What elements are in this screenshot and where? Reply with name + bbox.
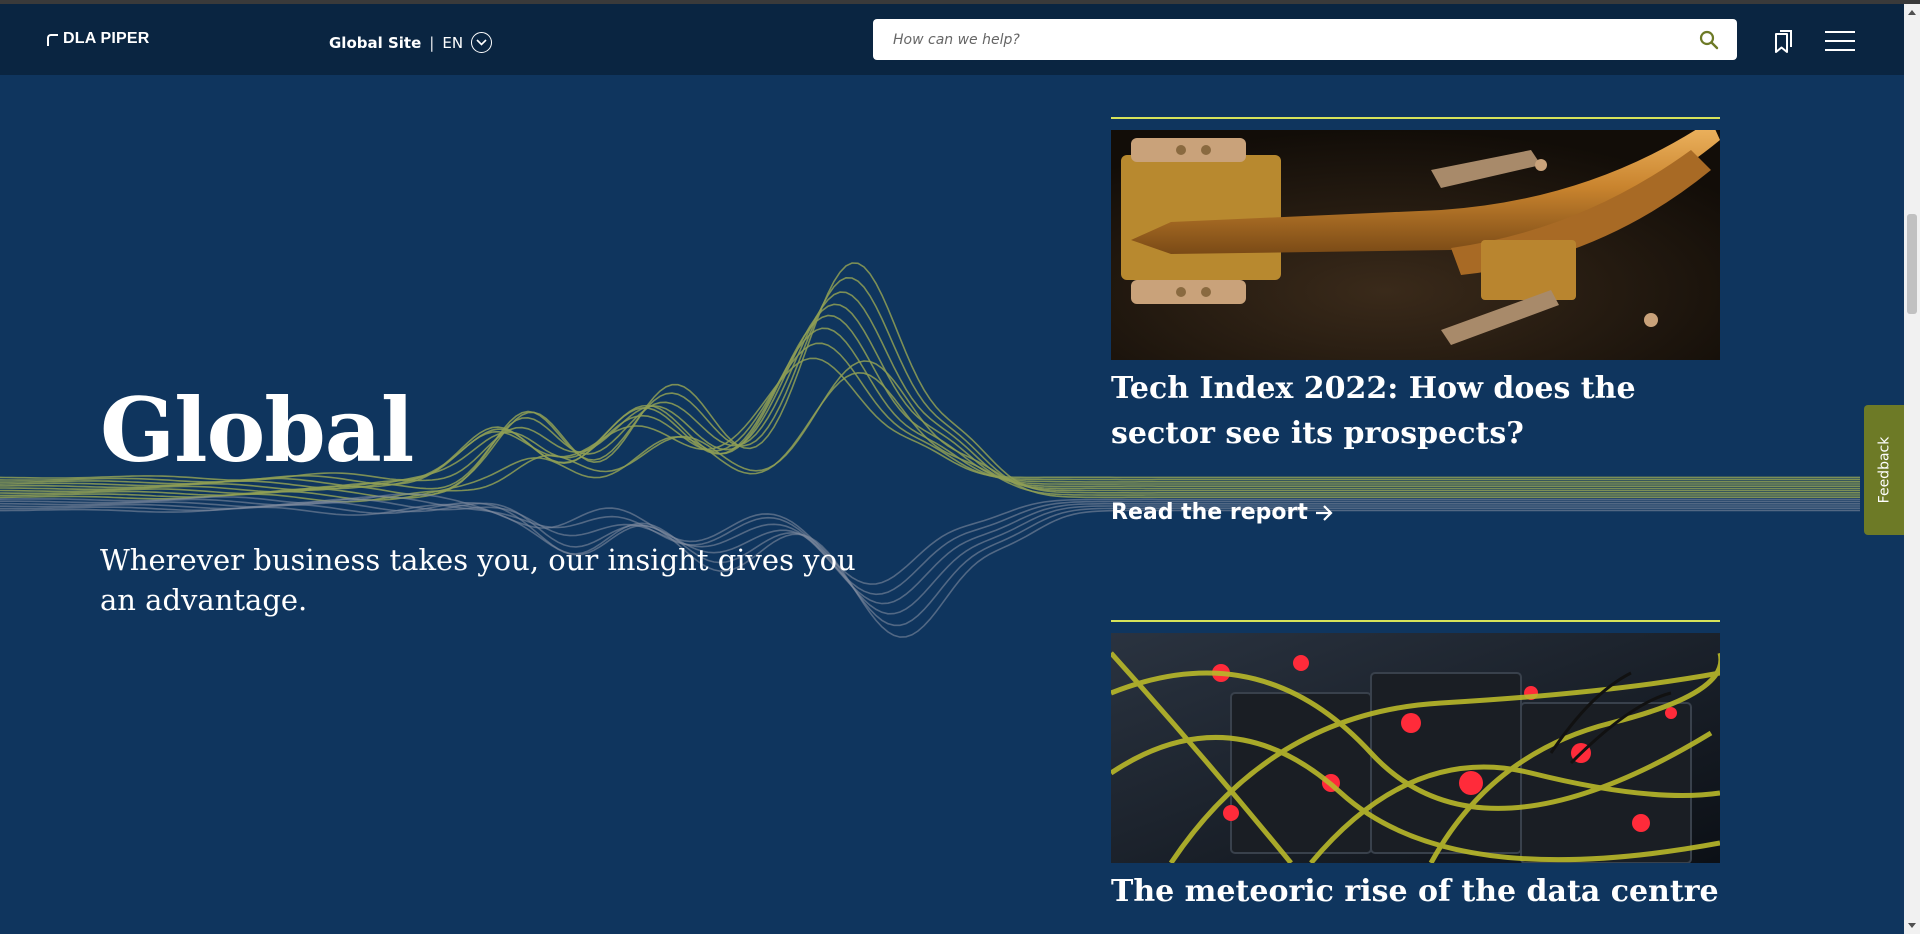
logo-mark-icon bbox=[47, 33, 58, 46]
site-label: Global Site bbox=[329, 33, 422, 52]
main-menu-button[interactable] bbox=[1824, 30, 1856, 52]
hero-subtitle: Wherever business takes you, our insight… bbox=[100, 543, 856, 617]
chevron-down-icon[interactable] bbox=[471, 32, 493, 53]
search-bar bbox=[873, 19, 1737, 60]
separator: | bbox=[429, 33, 435, 52]
scroll-up-arrow-icon[interactable] bbox=[1908, 10, 1916, 15]
site-header: DLA PIPER Global Site | EN bbox=[0, 4, 1904, 75]
card-image-heat-pipe[interactable] bbox=[1111, 130, 1720, 360]
link-label: Read the report bbox=[1111, 500, 1308, 525]
site-language-switcher[interactable]: Global Site | EN bbox=[329, 32, 493, 53]
card-divider bbox=[1111, 620, 1720, 622]
scroll-thumb[interactable] bbox=[1907, 214, 1917, 314]
page-scrollbar[interactable] bbox=[1904, 4, 1920, 934]
read-the-report-link[interactable]: Read the report bbox=[1111, 500, 1334, 525]
hero-title: Global bbox=[100, 378, 414, 482]
featured-card-tech-index: Tech Index 2022: How does the sector see… bbox=[1111, 117, 1720, 525]
search-icon bbox=[1699, 30, 1719, 49]
language-label: EN bbox=[442, 33, 464, 52]
card-image-servers[interactable] bbox=[1111, 633, 1720, 863]
feedback-tab[interactable]: Feedback bbox=[1864, 405, 1904, 535]
bookmark-icon bbox=[1775, 30, 1792, 53]
scroll-down-arrow-icon[interactable] bbox=[1908, 923, 1916, 928]
search-button[interactable] bbox=[1681, 19, 1737, 60]
featured-card-data-centre: The meteoric rise of the data centre bbox=[1111, 620, 1720, 914]
card-title[interactable]: Tech Index 2022: How does the sector see… bbox=[1111, 366, 1720, 456]
bookmarks-button[interactable] bbox=[1772, 30, 1794, 54]
hamburger-menu-icon bbox=[1825, 31, 1855, 51]
card-divider bbox=[1111, 117, 1720, 119]
dla-piper-logo[interactable]: DLA PIPER bbox=[47, 30, 150, 48]
feedback-label: Feedback bbox=[1876, 436, 1893, 504]
search-input[interactable] bbox=[873, 19, 1681, 60]
arrow-right-icon bbox=[1315, 504, 1333, 521]
card-title[interactable]: The meteoric rise of the data centre bbox=[1111, 869, 1720, 914]
logo-text: DLA PIPER bbox=[63, 30, 150, 47]
